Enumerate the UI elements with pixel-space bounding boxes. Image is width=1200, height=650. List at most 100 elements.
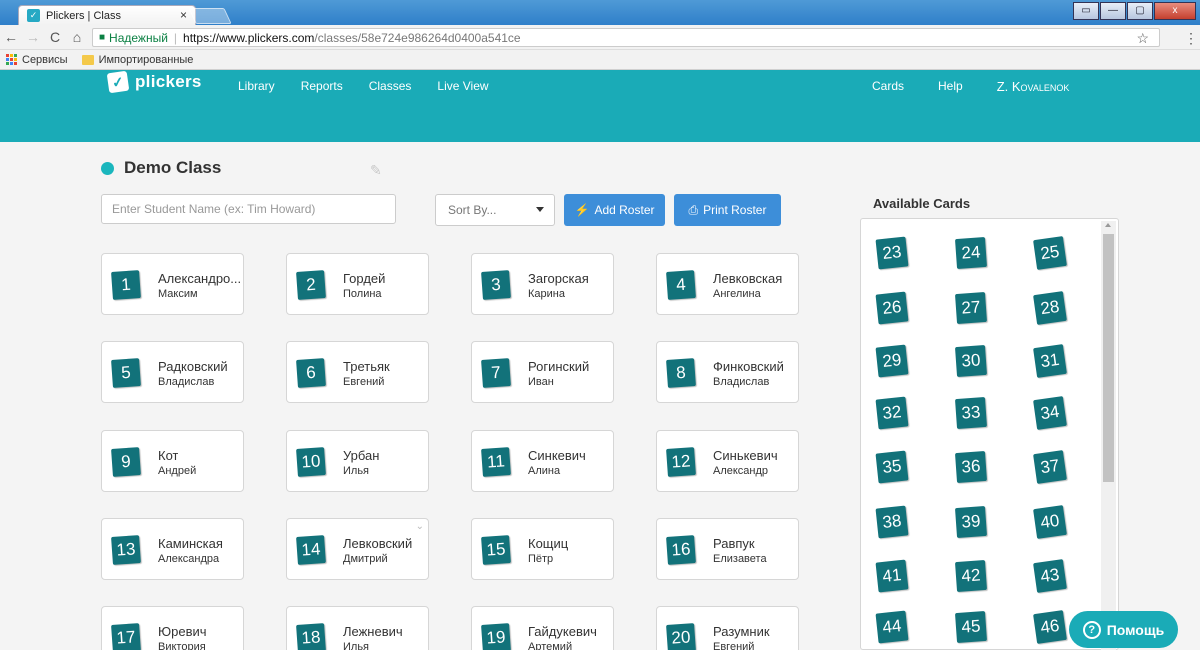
- student-card-number: 8: [666, 358, 696, 388]
- bookmark-apps[interactable]: Сервисы: [6, 54, 68, 66]
- forward-arrow-icon[interactable]: →: [22, 29, 44, 45]
- nav-classes[interactable]: Classes: [369, 79, 412, 93]
- student-card[interactable]: 6 Третьяк Евгений: [286, 341, 429, 403]
- home-icon[interactable]: ⌂: [66, 29, 88, 45]
- student-last-name: Лежневич: [343, 624, 403, 639]
- add-roster-label: Add Roster: [594, 203, 655, 217]
- student-card[interactable]: 8 Финковский Владислав: [656, 341, 799, 403]
- question-mark-icon: ?: [1082, 620, 1101, 639]
- student-card[interactable]: 13 Каминская Александра: [101, 518, 244, 580]
- student-card[interactable]: 9 Кот Андрей: [101, 430, 244, 492]
- student-card[interactable]: 14 Левковский Дмитрий ⌄: [286, 518, 429, 580]
- student-card[interactable]: 20 Разумник Евгений: [656, 606, 799, 650]
- add-roster-button[interactable]: ⚡ Add Roster: [564, 194, 665, 226]
- student-card-number: 13: [111, 535, 141, 565]
- window-minimize-icon[interactable]: —: [1100, 2, 1126, 20]
- available-card-number: 46: [1033, 610, 1067, 644]
- student-first-name: Евгений: [713, 641, 755, 650]
- magic-wand-icon: ⚡: [574, 203, 590, 217]
- student-first-name: Пётр: [528, 553, 554, 565]
- scroll-up-arrow-icon[interactable]: [1105, 223, 1111, 227]
- student-card[interactable]: 7 Рогинский Иван: [471, 341, 614, 403]
- cards-scrollbar-thumb[interactable]: [1103, 234, 1114, 482]
- student-first-name: Максим: [158, 288, 198, 300]
- student-card[interactable]: 2 Гордей Полина: [286, 253, 429, 315]
- new-tab-button[interactable]: [188, 8, 232, 24]
- available-cards-title: Available Cards: [873, 196, 971, 211]
- right-nav: Cards Help Z. Kovalenok: [872, 79, 1103, 94]
- student-card-number: 19: [481, 623, 511, 650]
- user-menu[interactable]: Z. Kovalenok: [997, 79, 1070, 94]
- student-card-number: 5: [111, 358, 141, 388]
- student-card[interactable]: 3 Загорская Карина: [471, 253, 614, 315]
- plickers-logo[interactable]: ✓ plickers: [106, 70, 202, 94]
- available-card-number: 43: [1033, 559, 1067, 593]
- available-card-number: 42: [954, 559, 988, 593]
- edit-pencil-icon[interactable]: ✎: [370, 162, 382, 179]
- nav-live-view[interactable]: Live View: [437, 79, 488, 93]
- nav-reports[interactable]: Reports: [301, 79, 343, 93]
- bookmark-apps-label: Сервисы: [22, 53, 68, 66]
- secure-label: Надежный: [109, 30, 168, 45]
- student-last-name: Радковский: [158, 359, 228, 374]
- student-first-name: Александра: [158, 553, 220, 565]
- student-card[interactable]: 11 Синкевич Алина: [471, 430, 614, 492]
- student-card[interactable]: 18 Лежневич Илья: [286, 606, 429, 650]
- student-last-name: Левковский: [343, 536, 413, 551]
- student-first-name: Андрей: [158, 465, 197, 477]
- student-last-name: Разумник: [713, 624, 770, 639]
- student-card-number: 14: [296, 535, 326, 565]
- window-restore-icon[interactable]: ▭: [1073, 2, 1099, 20]
- student-last-name: Третьяк: [343, 359, 390, 374]
- student-card[interactable]: 4 Левковская Ангелина: [656, 253, 799, 315]
- main-nav: Library Reports Classes Live View: [238, 79, 515, 93]
- student-search-input[interactable]: [101, 194, 396, 224]
- student-card[interactable]: 1 Александро... Максим: [101, 253, 244, 315]
- student-card[interactable]: 16 Равпук Елизавета: [656, 518, 799, 580]
- chevron-down-icon[interactable]: ⌄: [416, 521, 424, 532]
- student-card[interactable]: 15 Кощиц Пётр: [471, 518, 614, 580]
- bookmarks-bar: Сервисы Импортированные: [0, 50, 1200, 70]
- url-input[interactable]: ■ Надежный | https://www.plickers.com/cl…: [92, 28, 1160, 47]
- student-card[interactable]: 12 Синькевич Александр: [656, 430, 799, 492]
- sort-by-dropdown[interactable]: Sort By...: [435, 194, 555, 226]
- folder-icon: [81, 54, 94, 65]
- bookmark-imported[interactable]: Импортированные: [81, 53, 194, 66]
- student-card[interactable]: 10 Урбан Илья: [286, 430, 429, 492]
- window-close-icon[interactable]: x: [1154, 2, 1196, 20]
- window-maximize-icon[interactable]: ▢: [1127, 2, 1153, 20]
- student-last-name: Загорская: [528, 271, 589, 286]
- nav-library[interactable]: Library: [238, 79, 275, 93]
- student-first-name: Владислав: [158, 376, 215, 388]
- back-arrow-icon[interactable]: ←: [0, 29, 22, 45]
- help-button[interactable]: ? Помощь: [1069, 611, 1178, 648]
- student-card-number: 2: [296, 270, 326, 300]
- student-card[interactable]: 5 Радковский Владислав: [101, 341, 244, 403]
- student-card[interactable]: 19 Гайдукевич Артемий: [471, 606, 614, 650]
- available-card-number: 36: [954, 450, 988, 484]
- available-card-number: 30: [954, 344, 988, 378]
- student-card-number: 6: [296, 358, 326, 388]
- browser-menu-icon[interactable]: ⋮: [1184, 30, 1198, 47]
- student-card-number: 16: [666, 535, 696, 565]
- bookmark-star-icon[interactable]: ☆: [1136, 30, 1149, 47]
- tab-close-icon[interactable]: ×: [180, 8, 187, 22]
- student-last-name: Александро...: [158, 271, 242, 286]
- logo-check-icon: ✓: [106, 70, 130, 94]
- student-first-name: Дмитрий: [343, 553, 388, 565]
- student-first-name: Карина: [528, 288, 565, 300]
- print-roster-button[interactable]: ⎙ Print Roster: [674, 194, 781, 226]
- nav-help[interactable]: Help: [938, 79, 963, 94]
- student-card-number: 4: [666, 270, 696, 300]
- bookmark-imported-label: Импортированные: [98, 53, 194, 66]
- address-bar-row: ← → C ⌂ ■ Надежный | https://www.plicker…: [0, 25, 1200, 50]
- logo-text: plickers: [135, 72, 202, 91]
- nav-cards[interactable]: Cards: [872, 79, 904, 94]
- browser-tab[interactable]: ✓ Plickers | Class ×: [18, 5, 196, 25]
- student-first-name: Владислав: [713, 376, 770, 388]
- printer-icon: ⎙: [688, 202, 699, 217]
- reload-icon[interactable]: C: [44, 29, 66, 45]
- student-card-number: 12: [666, 447, 696, 477]
- available-card-number: 23: [875, 236, 909, 270]
- student-card[interactable]: 17 Юревич Виктория: [101, 606, 244, 650]
